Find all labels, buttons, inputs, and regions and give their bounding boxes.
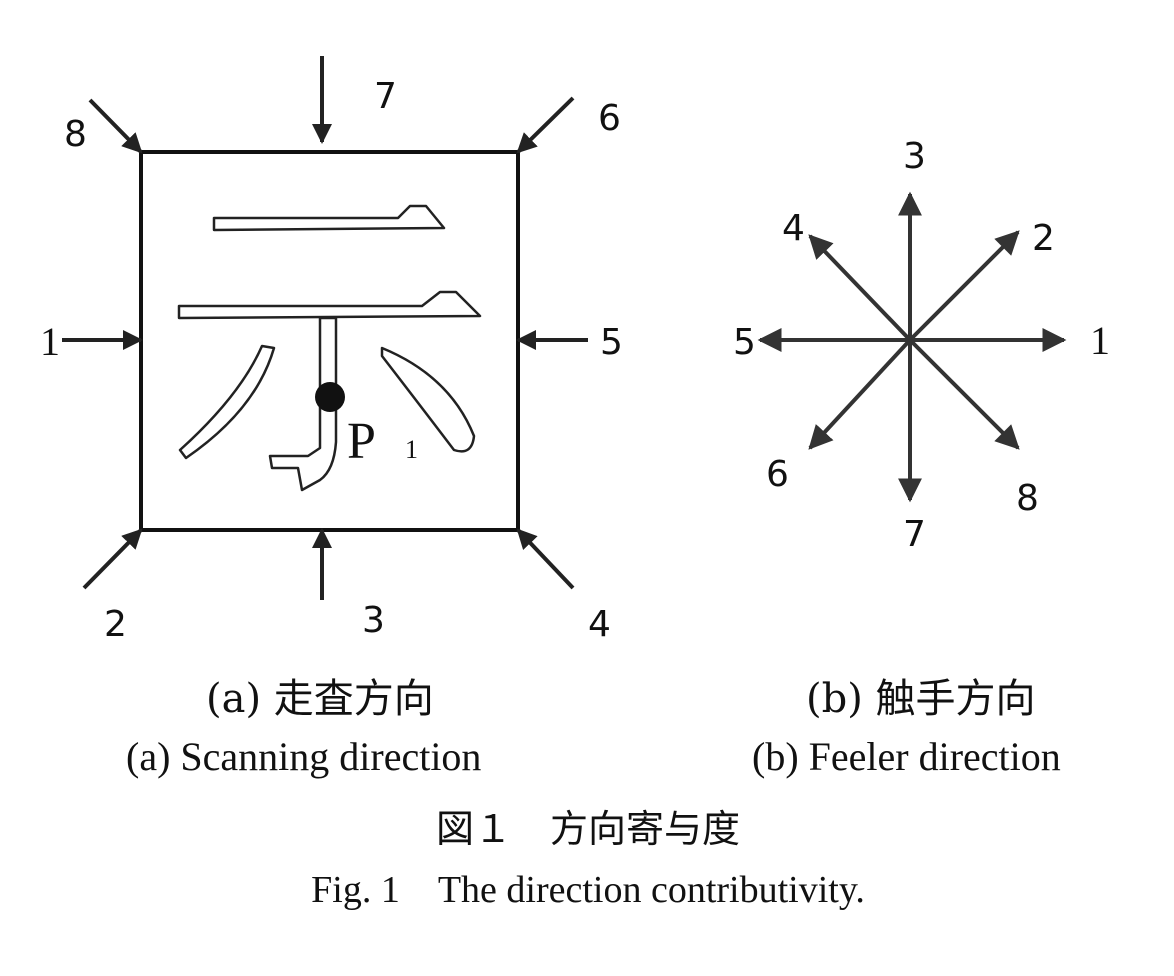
feeler-arrow-2 [908, 230, 1020, 342]
scan-label-1: 1 [40, 319, 60, 364]
scan-label-8: 8 [64, 114, 87, 155]
scan-arrow-6 [516, 96, 575, 154]
panel-a-caption-en: (a) Scanning direction [126, 734, 481, 779]
scan-arrow-2 [82, 528, 143, 590]
scan-label-2: 2 [104, 604, 127, 645]
feeler-arrow-8 [908, 338, 1020, 450]
scan-label-5: 5 [600, 322, 623, 363]
scan-label-4: 4 [588, 604, 611, 645]
feeler-arrow-4 [808, 234, 912, 342]
scan-label-7: 7 [374, 76, 397, 117]
point-p1-marker [315, 382, 345, 412]
feeler-arrow-6 [808, 338, 912, 450]
feeler-label-6: 6 [766, 454, 789, 495]
point-p1-label: P [347, 413, 376, 470]
scan-label-6: 6 [598, 98, 621, 139]
figure-caption-jp: 図１ 方向寄与度 [436, 807, 740, 851]
panel-b-caption-jp: (b) 触手方向 [806, 676, 1036, 722]
scan-arrow-8 [88, 98, 143, 154]
scan-arrow-4 [516, 528, 575, 590]
feeler-label-5: 5 [733, 322, 756, 363]
character-outline [177, 204, 482, 492]
feeler-label-8: 8 [1016, 478, 1039, 519]
feeler-label-4: 4 [782, 208, 805, 249]
point-p1-subscript: 1 [405, 435, 418, 464]
feeler-panel: 1 2 3 4 5 6 7 8 (b) 触手方向 (b) Feeler dire… [733, 136, 1110, 779]
feeler-label-7: 7 [903, 514, 926, 555]
panel-a-caption-jp: (a) 走査方向 [206, 676, 434, 722]
panel-b-caption-en: (b) Feeler direction [752, 734, 1061, 779]
figure-caption-en: Fig. 1 The direction contributivity. [311, 869, 865, 911]
character-frame [139, 150, 520, 532]
scanning-panel: P 1 1 2 3 4 5 6 7 8 (a) 走査方向 (a) Scannin… [40, 56, 623, 779]
direction-contributivity-figure: P 1 1 2 3 4 5 6 7 8 (a) 走査方向 (a) Scannin… [40, 56, 1110, 911]
scan-label-3: 3 [362, 600, 385, 641]
feeler-label-2: 2 [1032, 218, 1055, 259]
feeler-label-3: 3 [903, 136, 926, 177]
feeler-label-1: 1 [1090, 318, 1110, 363]
